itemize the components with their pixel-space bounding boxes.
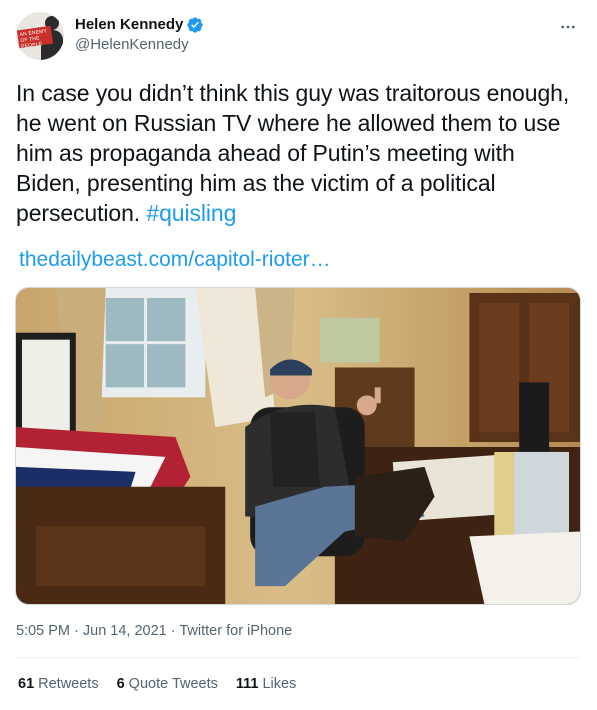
likes-count: 111 [235, 676, 259, 692]
tweet-header: AN ENEMY OF THE PEOPLE Helen Kennedy @He… [16, 12, 581, 64]
display-name-row[interactable]: Helen Kennedy [75, 15, 204, 35]
meta-separator-2: · [166, 623, 180, 639]
likes-label: Likes [262, 676, 297, 692]
tweet-source[interactable]: Twitter for iPhone [179, 623, 292, 639]
tweet-time[interactable]: 5:05 PM [16, 623, 70, 639]
meta-separator: · [70, 623, 83, 639]
tweet-text: In case you didn’t think this guy was tr… [16, 78, 582, 228]
retweets-label: Retweets [38, 676, 99, 692]
verified-badge-icon [187, 17, 204, 33]
quotes-stat[interactable]: 6 Quote Tweets [117, 674, 218, 694]
tweet-meta: 5:05 PM · Jun 14, 2021 · Twitter for iPh… [16, 621, 292, 641]
author-handle[interactable]: @HelenKennedy [75, 35, 204, 55]
more-button[interactable] [557, 16, 579, 38]
tweet-stats: 61 Retweets 6 Quote Tweets 111 Likes [18, 674, 296, 694]
author-names: Helen Kennedy @HelenKennedy [75, 15, 204, 55]
avatar-banner-text: AN ENEMY OF THE PEOPLE [19, 28, 48, 50]
office-photo-image [16, 288, 580, 604]
display-name[interactable]: Helen Kennedy [75, 15, 183, 35]
avatar[interactable]: AN ENEMY OF THE PEOPLE [16, 12, 64, 60]
quotes-label: Quote Tweets [128, 676, 218, 692]
retweets-count: 61 [18, 676, 35, 692]
avatar-banner: AN ENEMY OF THE PEOPLE [16, 25, 54, 50]
more-horizontal-icon [561, 25, 575, 29]
divider [16, 657, 581, 658]
retweets-stat[interactable]: 61 Retweets [18, 674, 99, 694]
quotes-count: 6 [116, 676, 125, 692]
likes-stat[interactable]: 111 Likes [236, 674, 296, 694]
article-link[interactable]: thedailybeast.com/capitol-rioter… [19, 247, 331, 273]
tweet-photo[interactable] [15, 287, 581, 605]
tweet-date[interactable]: Jun 14, 2021 [83, 623, 167, 639]
hashtag-link[interactable]: #quisling [146, 200, 236, 226]
tweet-body: In case you didn’t think this guy was tr… [16, 80, 570, 226]
